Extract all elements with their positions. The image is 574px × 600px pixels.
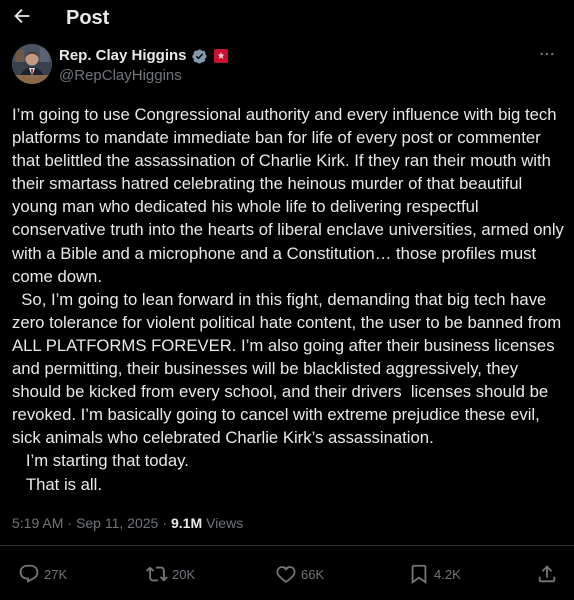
- government-affiliation-icon[interactable]: [213, 49, 228, 63]
- bookmark-button[interactable]: 4.2K: [408, 560, 461, 588]
- verified-badge-icon[interactable]: [191, 48, 208, 65]
- heart-icon: [275, 563, 297, 585]
- reply-icon: [18, 563, 40, 585]
- arrow-left-icon: [11, 5, 33, 32]
- share-button[interactable]: [536, 560, 558, 588]
- reply-count: 27K: [44, 566, 68, 582]
- divider: [0, 545, 574, 546]
- post-text: I’m going to use Congressional authority…: [12, 105, 564, 494]
- action-bar: 27K 20K 66K 4.2K: [0, 560, 574, 590]
- reply-button[interactable]: 27K: [18, 560, 67, 588]
- repost-count: 20K: [172, 566, 196, 582]
- post-author: Rep. Clay Higgins @RepClayHiggins: [12, 44, 562, 88]
- views-count[interactable]: 9.1M: [171, 514, 202, 532]
- more-options-button[interactable]: [535, 44, 559, 68]
- like-button[interactable]: 66K: [275, 560, 324, 588]
- views-label: Views: [206, 515, 244, 531]
- post-date[interactable]: Sep 11, 2025: [76, 514, 158, 532]
- like-count: 66K: [301, 566, 325, 582]
- repost-button[interactable]: 20K: [146, 560, 195, 588]
- author-handle[interactable]: @RepClayHiggins: [59, 67, 182, 85]
- meta-separator: ·: [162, 515, 167, 531]
- top-bar: Post: [0, 0, 574, 38]
- page-title: Post: [66, 7, 110, 29]
- back-button[interactable]: [6, 4, 38, 32]
- post-time[interactable]: 5:19 AM: [12, 514, 63, 532]
- bookmark-count: 4.2K: [434, 566, 461, 582]
- share-icon: [536, 563, 558, 585]
- meta-separator: ·: [67, 515, 73, 531]
- repost-icon: [146, 563, 168, 585]
- avatar[interactable]: [12, 44, 52, 84]
- post-metadata: 5:19 AM · Sep 11, 2025 · 9.1M Views: [12, 514, 243, 532]
- more-dots-icon: [538, 45, 556, 68]
- bookmark-icon: [408, 563, 430, 585]
- author-display-name[interactable]: Rep. Clay Higgins: [59, 47, 187, 65]
